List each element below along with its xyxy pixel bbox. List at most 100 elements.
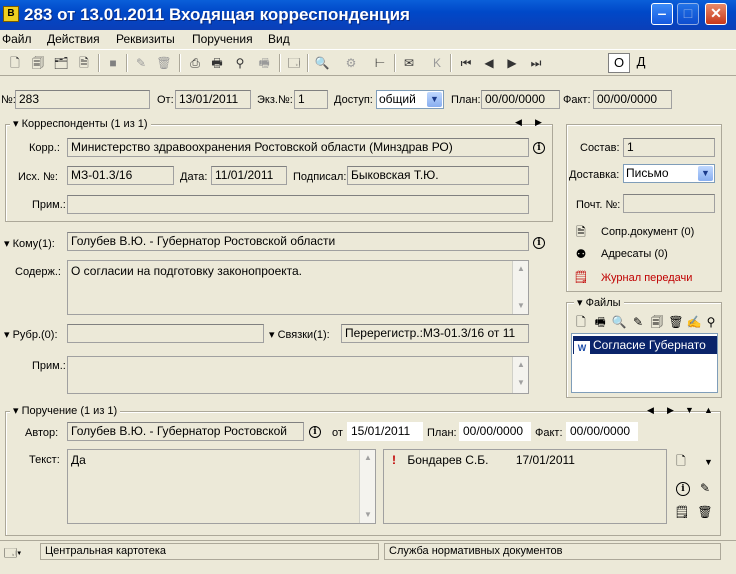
executor-menu-chevron-icon[interactable]: ▼ bbox=[704, 457, 713, 467]
assignment-down-icon[interactable]: ▼ bbox=[685, 405, 694, 415]
add-executor-icon[interactable]: 🗋 bbox=[673, 453, 689, 469]
assign-fact-field[interactable]: 00/00/0000 bbox=[566, 422, 638, 441]
sign-file-icon[interactable]: ✍ bbox=[686, 314, 702, 330]
new-linked-icon[interactable]: 🗎 bbox=[75, 54, 93, 72]
assignment-up-icon[interactable]: ▲ bbox=[704, 405, 713, 415]
view-file-icon[interactable]: 🔍 bbox=[611, 314, 627, 330]
print-icon[interactable]: ⎙ bbox=[186, 54, 204, 72]
assign-plan-field[interactable]: 00/00/0000 bbox=[459, 422, 531, 441]
first-record-icon[interactable]: ⏮ bbox=[457, 54, 475, 72]
menu-view[interactable]: Вид bbox=[268, 32, 290, 46]
add-file-icon[interactable]: 🗋 bbox=[573, 314, 589, 330]
links-label[interactable]: ▾ Связки(1): bbox=[269, 328, 330, 341]
copy-file-icon[interactable]: 🗐 bbox=[649, 314, 665, 330]
scroll-down-icon[interactable]: ▼ bbox=[513, 298, 528, 314]
author-field[interactable]: Голубев В.Ю. - Губернатор Ростовской bbox=[67, 422, 304, 441]
out-num-field[interactable]: МЗ-01.3/16 bbox=[67, 166, 174, 185]
edit-file-icon[interactable]: ✎ bbox=[630, 314, 646, 330]
delete-icon[interactable]: 🗑 bbox=[155, 54, 173, 72]
to-field[interactable]: Голубев В.Ю. - Губернатор Ростовской обл… bbox=[67, 232, 529, 251]
prev-record-icon[interactable]: ◀ bbox=[480, 54, 498, 72]
new-copy-icon[interactable]: 🗐 bbox=[29, 54, 47, 72]
delivery-select[interactable]: Письмо ▼ bbox=[623, 164, 715, 183]
status-menu-icon[interactable]: 🗔▾ bbox=[4, 544, 21, 565]
addressees-link[interactable]: Адресаты (0) bbox=[601, 248, 668, 260]
menu-actions[interactable]: Действия bbox=[47, 32, 100, 46]
menu-assignments[interactable]: Поручения bbox=[192, 32, 253, 46]
last-record-icon[interactable]: ⏭ bbox=[527, 54, 545, 72]
copy-field[interactable]: 1 bbox=[294, 90, 328, 109]
file-properties-icon[interactable]: ⚲ bbox=[703, 314, 719, 330]
access-select[interactable]: общий ▼ bbox=[376, 90, 444, 109]
executor-row[interactable]: ! Бондарев С.Б. 17/01/2011 bbox=[387, 453, 663, 467]
links-field[interactable]: Перерегистр.:МЗ-01.3/16 от 11 bbox=[341, 324, 529, 343]
correspondents-prev-icon[interactable]: ◀ bbox=[515, 117, 522, 128]
transfer-journal-link[interactable]: Журнал передачи bbox=[601, 272, 692, 284]
print-preview-icon[interactable]: 🖶 bbox=[208, 54, 226, 72]
rubric-label[interactable]: ▾ Рубр.(0): bbox=[4, 328, 58, 341]
new-multi-icon[interactable]: 🗂 bbox=[52, 54, 70, 72]
from-date-field[interactable]: 13/01/2011 bbox=[175, 90, 251, 109]
executor-report-icon[interactable]: 🗒 bbox=[674, 504, 690, 520]
signed-field[interactable]: Быковская Т.Ю. bbox=[347, 166, 529, 185]
assignment-prev-icon[interactable]: ◀ bbox=[647, 405, 654, 416]
search-icon[interactable]: 🔍 bbox=[313, 54, 331, 72]
executors-list[interactable]: ! Бондарев С.Б. 17/01/2011 bbox=[383, 449, 667, 524]
register-icon[interactable]: ⊢ bbox=[371, 54, 389, 72]
note2-scrollbar[interactable]: ▲ ▼ bbox=[512, 357, 528, 393]
stamp-icon[interactable]: ⚲ bbox=[231, 54, 249, 72]
files-list[interactable]: W Согласие Губернато bbox=[571, 333, 718, 393]
assignment-title[interactable]: ▾ Поручение (1 из 1) bbox=[10, 404, 121, 417]
send-icon[interactable]: ✉ bbox=[400, 54, 418, 72]
executor-edit-icon[interactable]: ✎ bbox=[697, 480, 713, 496]
file-item[interactable]: W Согласие Губернато bbox=[573, 336, 717, 354]
executor-delete-icon[interactable]: 🗑 bbox=[697, 504, 713, 520]
card-icon[interactable]: 🗔 bbox=[285, 54, 303, 72]
content-scrollbar[interactable]: ▲ ▼ bbox=[512, 261, 528, 314]
assignment-next-icon[interactable]: ▶ bbox=[667, 405, 674, 416]
scroll-up-icon[interactable]: ▲ bbox=[360, 450, 375, 466]
plan-date-field[interactable]: 00/00/0000 bbox=[481, 90, 560, 109]
scan-file-icon[interactable]: 🖷 bbox=[592, 314, 608, 330]
scroll-up-icon[interactable]: ▲ bbox=[513, 261, 528, 277]
scroll-down-icon[interactable]: ▼ bbox=[360, 507, 375, 523]
minimize-button[interactable]: ‒ bbox=[651, 3, 673, 25]
to-label[interactable]: ▾ Кому(1): bbox=[4, 237, 55, 250]
assignment-text-area[interactable]: Да ▲ ▼ bbox=[67, 449, 376, 524]
next-record-icon[interactable]: ▶ bbox=[503, 54, 521, 72]
content-area[interactable]: О согласии на подготовку законопроекта. … bbox=[67, 260, 529, 315]
executor-info-icon[interactable]: i bbox=[676, 482, 690, 496]
chevron-down-icon[interactable]: ▼ bbox=[427, 92, 442, 107]
maximize-button[interactable]: □ bbox=[677, 3, 699, 25]
scan-icon[interactable]: 🖷 bbox=[255, 54, 273, 72]
info-icon[interactable]: i bbox=[533, 237, 545, 249]
attached-docs-link[interactable]: Сопр.документ (0) bbox=[601, 226, 694, 238]
chevron-down-icon[interactable]: ▼ bbox=[698, 166, 713, 181]
files-title[interactable]: ▾ Файлы bbox=[574, 296, 624, 309]
info-icon[interactable]: i bbox=[309, 426, 321, 438]
note-field[interactable] bbox=[67, 195, 529, 214]
assign-from-field[interactable]: 15/01/2011 bbox=[347, 422, 423, 441]
rubric-field[interactable] bbox=[67, 324, 264, 343]
text-scrollbar[interactable]: ▲ ▼ bbox=[359, 450, 375, 523]
close-button[interactable]: ✕ bbox=[705, 3, 727, 25]
fact-date-field[interactable]: 00/00/0000 bbox=[593, 90, 672, 109]
correspondents-title[interactable]: ▾ Корреспонденты (1 из 1) bbox=[10, 117, 151, 130]
toggle-d-button[interactable]: Д bbox=[630, 53, 652, 73]
menu-file[interactable]: Файл bbox=[2, 32, 32, 46]
scroll-up-icon[interactable]: ▲ bbox=[513, 357, 528, 375]
delete-file-icon[interactable]: 🗑 bbox=[668, 314, 684, 330]
sign-icon[interactable]: K bbox=[428, 54, 446, 72]
edit-icon[interactable]: ✎ bbox=[132, 54, 150, 72]
post-num-field[interactable] bbox=[623, 194, 715, 213]
corr-field[interactable]: Министерство здравоохранения Ростовской … bbox=[67, 138, 529, 157]
scroll-down-icon[interactable]: ▼ bbox=[513, 375, 528, 393]
info-icon[interactable]: i bbox=[533, 142, 545, 154]
num-field[interactable]: 283 bbox=[15, 90, 150, 109]
date-field[interactable]: 11/01/2011 bbox=[211, 166, 287, 185]
toggle-o-button[interactable]: О bbox=[608, 53, 630, 73]
sostav-field[interactable]: 1 bbox=[623, 138, 715, 157]
gear-icon[interactable]: ⚙ bbox=[342, 54, 360, 72]
correspondents-next-icon[interactable]: ▶ bbox=[535, 117, 542, 128]
menu-requisites[interactable]: Реквизиты bbox=[116, 32, 175, 46]
